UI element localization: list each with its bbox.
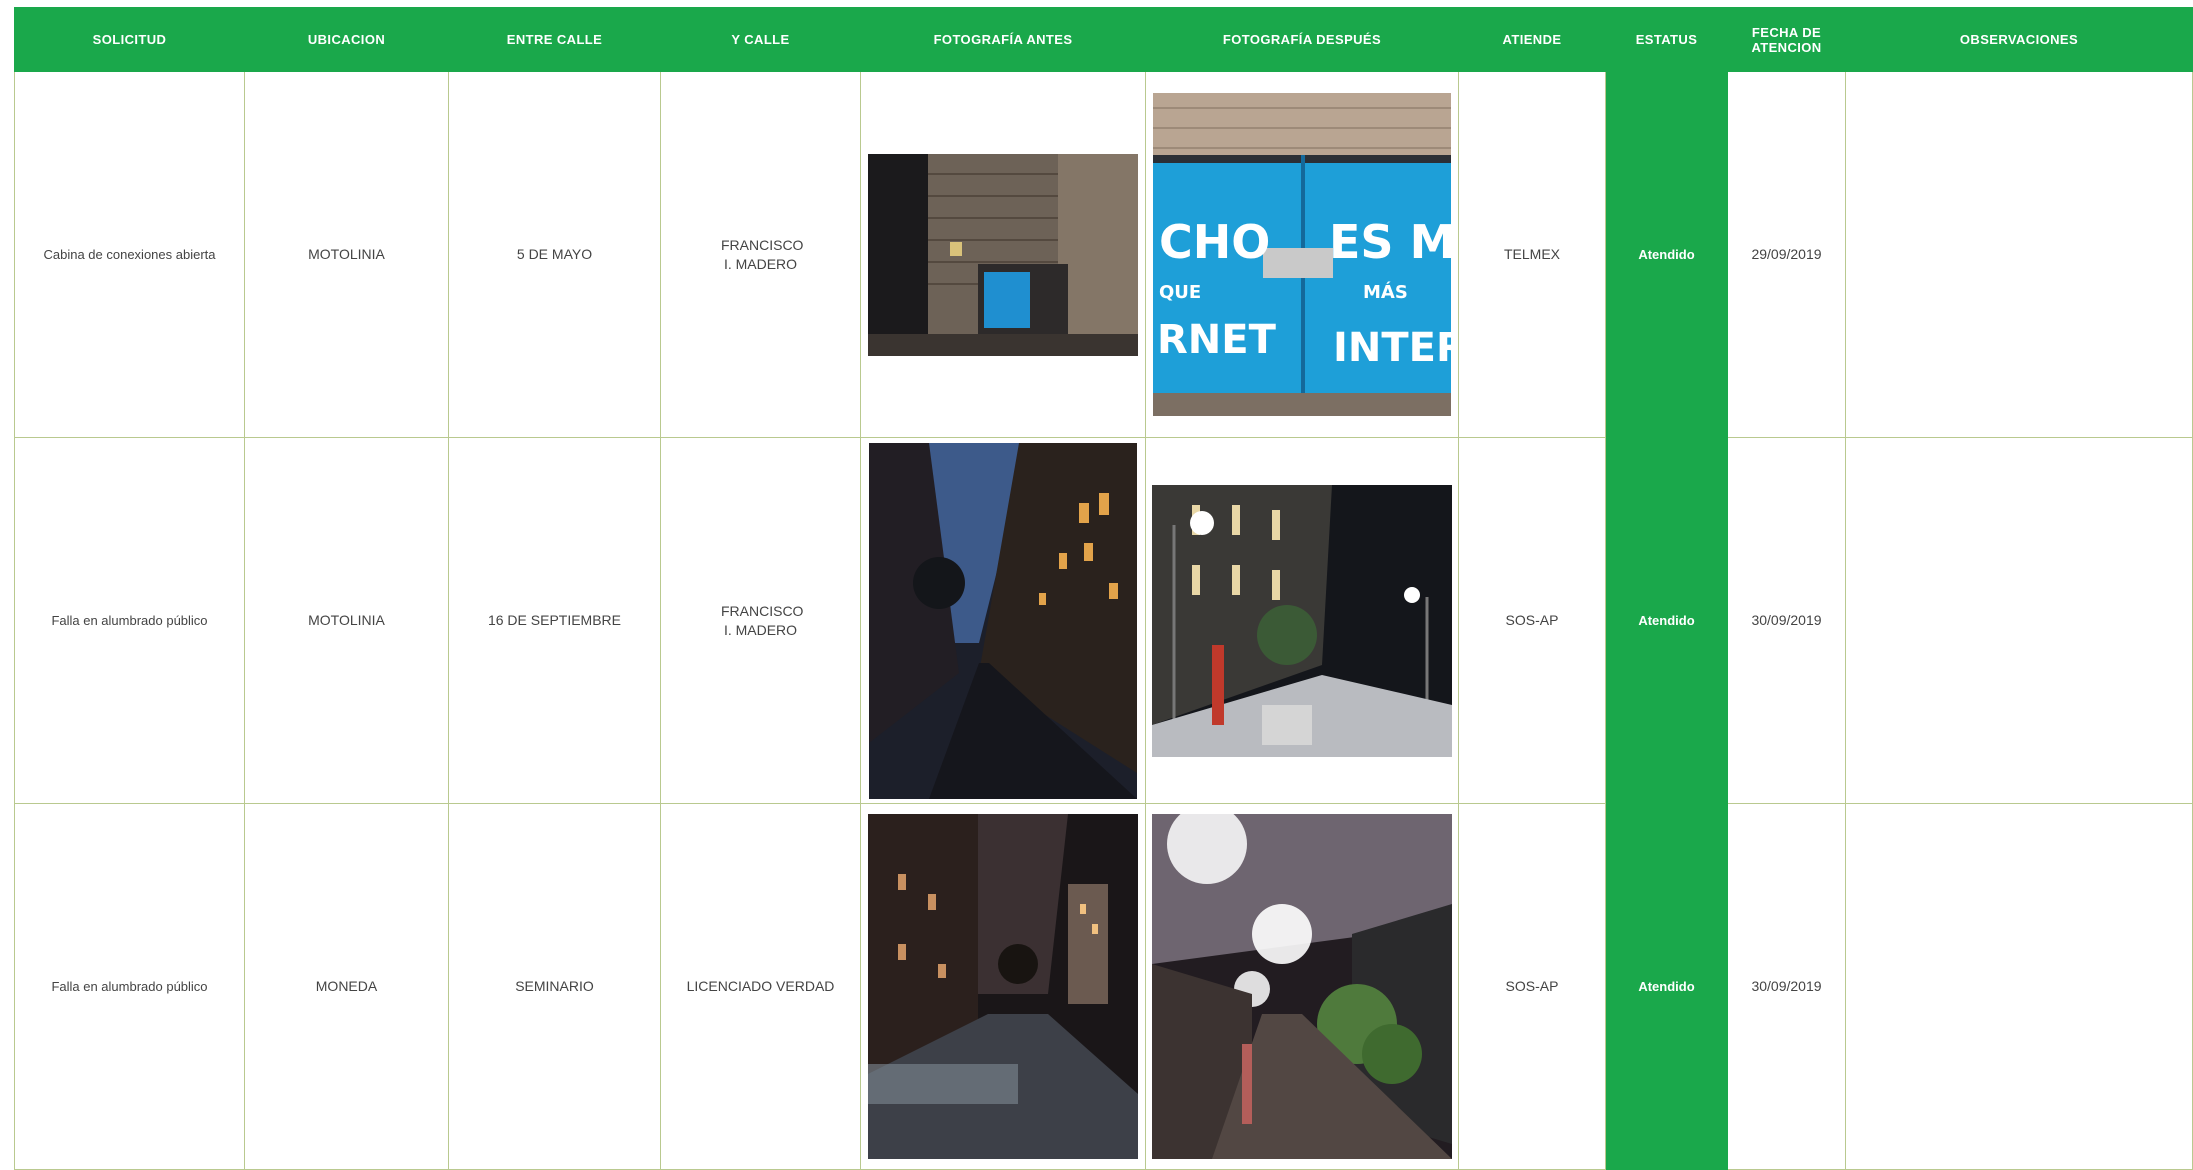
photo-bright-lamps-street: [1152, 814, 1452, 1159]
report-sheet: SOLICITUD UBICACION ENTRE CALLE Y CALLE …: [0, 0, 2193, 1170]
observaciones-cell[interactable]: [1845, 803, 2193, 1170]
cabinet-text-2: ES M: [1329, 215, 1451, 269]
fecha-cell: 29/09/2019: [1727, 71, 1846, 438]
atiende-cell: SOS-AP: [1458, 437, 1606, 804]
photo-blue-cabinet: CHO ES M QUE MÁS RNET INTER: [1153, 93, 1451, 416]
cabinet-text-5: RNET: [1157, 317, 1277, 363]
fecha-cell: 30/09/2019: [1727, 803, 1846, 1170]
photo-dark-street-dusk: [869, 442, 1137, 799]
table-row: Cabina de conexiones abierta MOTOLINIA 5…: [14, 71, 2193, 438]
atiende-cell: SOS-AP: [1458, 803, 1606, 1170]
photo-dark-street-cathedral: [868, 814, 1138, 1159]
header-foto-antes: FOTOGRAFÍA ANTES: [860, 7, 1146, 72]
y-calle-cell: LICENCIADO VERDAD: [660, 803, 861, 1170]
foto-antes-cell: [860, 437, 1146, 804]
status-badge: Atendido: [1605, 71, 1728, 438]
cabinet-text-1: CHO: [1159, 215, 1270, 269]
header-y-calle: Y CALLE: [660, 7, 861, 72]
cabinet-text-4: MÁS: [1363, 281, 1408, 303]
fecha-cell: 30/09/2019: [1727, 437, 1846, 804]
solicitud-cell: Falla en alumbrado público: [14, 437, 245, 804]
cabinet-text-6: INTER: [1333, 325, 1451, 371]
entre-calle-cell: SEMINARIO: [448, 803, 661, 1170]
header-row: SOLICITUD UBICACION ENTRE CALLE Y CALLE …: [14, 7, 2193, 72]
photo-building-doorway: [868, 153, 1138, 356]
status-badge: Atendido: [1605, 803, 1728, 1170]
entre-calle-cell: 16 DE SEPTIEMBRE: [448, 437, 661, 804]
foto-antes-cell: [860, 71, 1146, 438]
entre-calle-cell: 5 DE MAYO: [448, 71, 661, 438]
ubicacion-cell: MONEDA: [244, 803, 449, 1170]
solicitud-cell: Falla en alumbrado público: [14, 803, 245, 1170]
header-foto-despues: FOTOGRAFÍA DESPUÉS: [1145, 7, 1459, 72]
table-row: Falla en alumbrado público MOTOLINIA 16 …: [14, 437, 2193, 804]
header-ubicacion: UBICACION: [244, 7, 449, 72]
status-badge: Atendido: [1605, 437, 1728, 804]
y-calle-cell: FRANCISCO I. MADERO: [660, 71, 861, 438]
header-fecha: FECHA DE ATENCION: [1727, 7, 1846, 72]
atiende-cell: TELMEX: [1458, 71, 1606, 438]
header-estatus: ESTATUS: [1605, 7, 1728, 72]
foto-despues-cell: [1145, 803, 1459, 1170]
ubicacion-cell: MOTOLINIA: [244, 71, 449, 438]
foto-antes-cell: [860, 803, 1146, 1170]
observaciones-cell[interactable]: [1845, 71, 2193, 438]
observaciones-cell[interactable]: [1845, 437, 2193, 804]
y-calle-cell: FRANCISCO I. MADERO: [660, 437, 861, 804]
service-report-table: SOLICITUD UBICACION ENTRE CALLE Y CALLE …: [14, 7, 2193, 1170]
header-atiende: ATIENDE: [1458, 7, 1606, 72]
header-observaciones: OBSERVACIONES: [1845, 7, 2193, 72]
cabinet-text-3: QUE: [1159, 282, 1201, 303]
header-solicitud: SOLICITUD: [14, 7, 245, 72]
header-entre-calle: ENTRE CALLE: [448, 7, 661, 72]
foto-despues-cell: CHO ES M QUE MÁS RNET INTER: [1145, 71, 1459, 438]
table-row: Falla en alumbrado público MONEDA SEMINA…: [14, 803, 2193, 1170]
ubicacion-cell: MOTOLINIA: [244, 437, 449, 804]
photo-lit-street-night: [1152, 484, 1452, 757]
solicitud-cell: Cabina de conexiones abierta: [14, 71, 245, 438]
foto-despues-cell: [1145, 437, 1459, 804]
